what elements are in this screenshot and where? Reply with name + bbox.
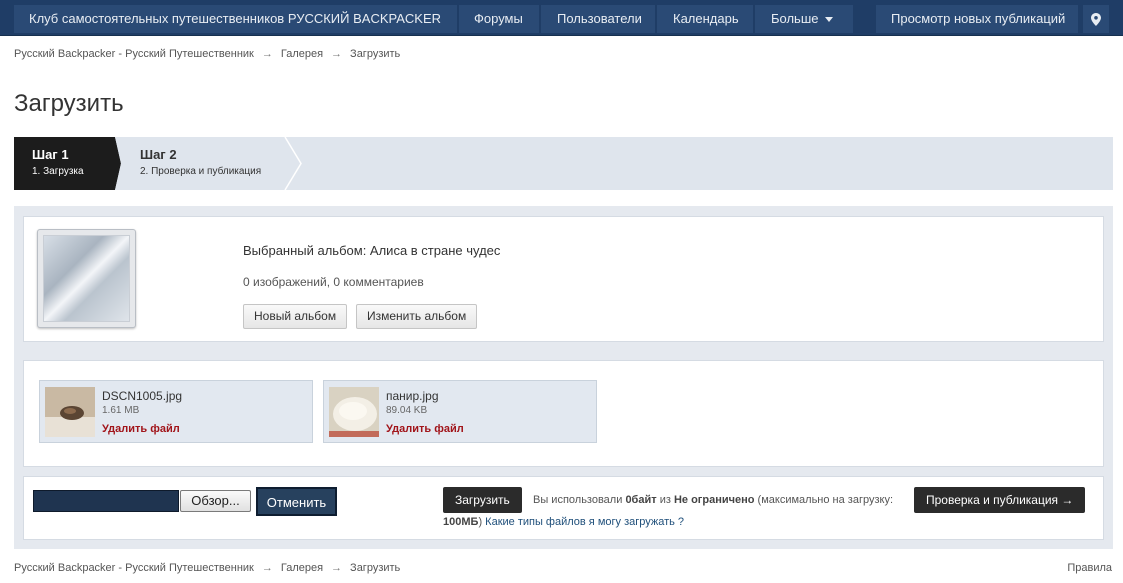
breadcrumb-separator: →	[331, 48, 343, 60]
breadcrumb-bottom: Русский Backpacker - Русский Путешествен…	[14, 562, 400, 574]
step-2-arrow-edge	[284, 137, 302, 190]
file-path-input[interactable]	[33, 490, 179, 512]
upload-button[interactable]: Загрузить	[443, 487, 522, 513]
nav-item-new-content[interactable]: Просмотр новых публикаций	[891, 5, 1065, 33]
breadcrumb-top: Русский Backpacker - Русский Путешествен…	[14, 48, 400, 60]
selected-album-label: Выбранный альбом: Алиса в стране чудес	[243, 243, 501, 258]
file-thumbnail	[45, 387, 95, 437]
cancel-button[interactable]: Отменить	[256, 487, 337, 516]
quota-max-text: (максимально на загрузку:	[757, 494, 894, 506]
quota-max-value: 100МБ	[443, 516, 479, 528]
breadcrumb-separator: →	[331, 562, 343, 574]
file-item: панир.jpg 89.04 KB Удалить файл	[323, 380, 597, 443]
breadcrumb-home-link[interactable]: Русский Backpacker - Русский Путешествен…	[14, 562, 254, 574]
upload-controls: Обзор... Отменить Загрузить Вы использов…	[23, 476, 1104, 540]
quota-max-close: )	[478, 516, 483, 528]
album-section: Выбранный альбом: Алиса в стране чудес 0…	[23, 216, 1104, 342]
step-1-title: Шаг 1	[32, 147, 69, 162]
quota-info-line-2: 100МБ) Какие типы файлов я могу загружат…	[443, 516, 684, 528]
breadcrumb-current[interactable]: Загрузить	[350, 48, 400, 60]
breadcrumb-gallery-link[interactable]: Галерея	[281, 562, 323, 574]
site-brand-link[interactable]: Клуб самостоятельных путешественников РУ…	[29, 5, 441, 33]
quota-info: Вы использовали 0байт из Не ограничено (…	[533, 494, 893, 506]
delete-file-link[interactable]: Удалить файл	[386, 423, 464, 435]
nav-item-more[interactable]: Больше	[771, 5, 833, 33]
quota-limit: Не ограничено	[673, 494, 755, 506]
breadcrumb-current[interactable]: Загрузить	[350, 562, 400, 574]
album-cover-thumbnail	[37, 229, 136, 328]
new-album-button[interactable]: Новый альбом	[243, 304, 348, 329]
step-1-subtitle: 1. Загрузка	[32, 166, 84, 177]
breadcrumb-separator: →	[261, 562, 273, 574]
steps-arrows	[14, 137, 302, 190]
nav-item-more-label: Больше	[771, 11, 819, 26]
quota-of: из	[659, 494, 671, 506]
map-pin-button[interactable]	[1083, 5, 1109, 33]
wizard-steps: Шаг 1 1. Загрузка Шаг 2 2. Проверка и пу…	[14, 137, 1113, 190]
nav-item-forums[interactable]: Форумы	[474, 5, 523, 33]
quota-prefix: Вы использовали	[533, 494, 623, 506]
quota-used: 0байт	[625, 494, 657, 506]
delete-file-link[interactable]: Удалить файл	[102, 423, 180, 435]
file-thumbnail	[329, 387, 379, 437]
rules-link[interactable]: Правила	[1067, 562, 1112, 574]
breadcrumb-home-link[interactable]: Русский Backpacker - Русский Путешествен…	[14, 48, 254, 60]
album-stats: 0 изображений, 0 комментариев	[243, 275, 424, 289]
breadcrumb-gallery-link[interactable]: Галерея	[281, 48, 323, 60]
file-item: DSCN1005.jpg 1.61 MB Удалить файл	[39, 380, 313, 443]
file-types-help-link[interactable]: Какие типы файлов я могу загружать ?	[485, 516, 684, 528]
page-title: Загрузить	[14, 90, 124, 117]
breadcrumb-separator: →	[261, 48, 273, 60]
nav-item-calendar[interactable]: Календарь	[673, 5, 739, 33]
change-album-button[interactable]: Изменить альбом	[356, 304, 478, 329]
browse-button[interactable]: Обзор...	[180, 490, 251, 512]
file-name: DSCN1005.jpg	[102, 389, 183, 403]
file-size: 1.61 MB	[102, 405, 140, 416]
uploaded-files-section: DSCN1005.jpg 1.61 MB Удалить файл панир.…	[23, 360, 1104, 467]
step-2-title: Шаг 2	[140, 147, 177, 162]
chevron-down-icon	[824, 17, 833, 23]
top-navigation-bar: Клуб самостоятельных путешественников РУ…	[0, 0, 1123, 36]
upload-panel: Выбранный альбом: Алиса в стране чудес 0…	[14, 206, 1113, 549]
file-size: 89.04 KB	[386, 405, 428, 416]
review-and-publish-button[interactable]: Проверка и публикация →	[914, 487, 1086, 513]
step-1[interactable]: Шаг 1 1. Загрузка	[14, 137, 134, 190]
step-2-subtitle: 2. Проверка и публикация	[140, 166, 262, 177]
album-cover-image	[43, 235, 130, 322]
nav-item-users[interactable]: Пользователи	[557, 5, 642, 33]
map-pin-icon	[1091, 13, 1101, 26]
file-name: панир.jpg	[386, 389, 439, 403]
